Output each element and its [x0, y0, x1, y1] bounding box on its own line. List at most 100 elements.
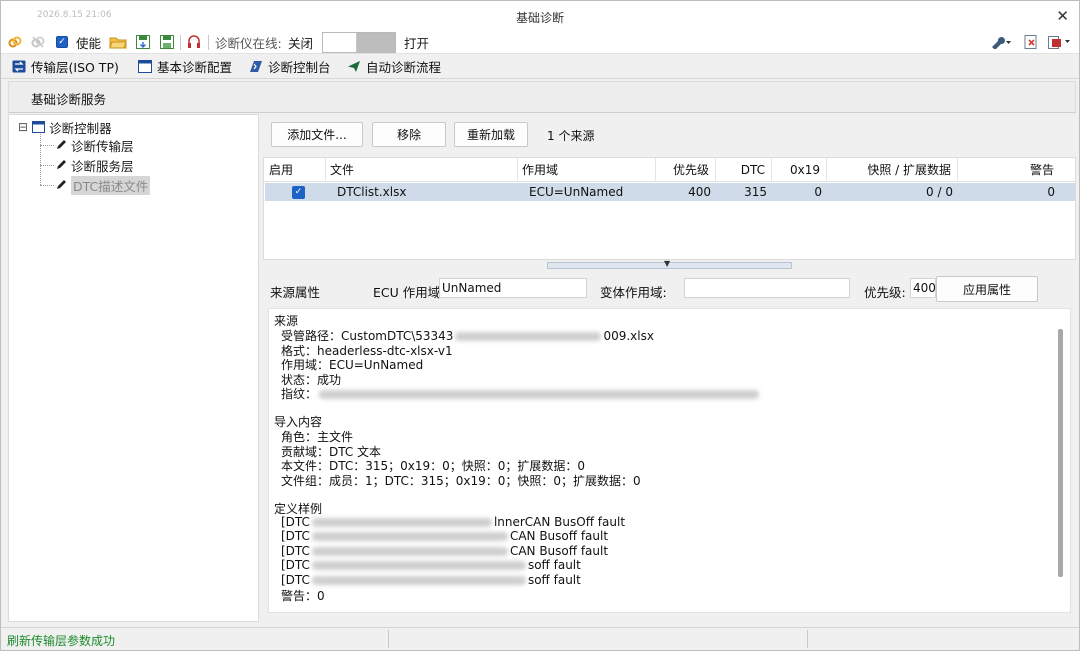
- window-title: 基础诊断: [515, 11, 564, 25]
- cell-file: DTClist.xlsx: [337, 185, 407, 199]
- column-header[interactable]: DTC: [716, 158, 772, 182]
- add-file-button[interactable]: 添加文件...: [271, 122, 363, 147]
- redacted-text: [311, 547, 508, 556]
- source-attr-label: 来源属性: [270, 285, 321, 300]
- toolbar-separator: [180, 35, 181, 50]
- export-icon[interactable]: [1046, 33, 1074, 51]
- tree-root-label: 诊断控制器: [49, 120, 112, 136]
- column-header[interactable]: 快照 / 扩展数据: [827, 158, 958, 182]
- collapse-icon[interactable]: ⊟: [18, 120, 28, 134]
- tab-console[interactable]: 诊断控制台: [248, 55, 331, 78]
- variant-scope-label: 变体作用域:: [600, 285, 667, 300]
- example-prefix: [DTC: [281, 529, 310, 543]
- ecu-scope-input[interactable]: UnNamed: [439, 278, 587, 298]
- source-count: 1 个来源: [547, 129, 595, 143]
- save-down-icon[interactable]: [134, 33, 152, 51]
- title-bar: 2026.8.15 21:06 基础诊断 ✕: [1, 1, 1079, 31]
- path-prefix: 受管路径：CustomDTC\53343: [281, 329, 454, 343]
- headset-icon[interactable]: [185, 33, 203, 51]
- priority-input[interactable]: 400: [910, 278, 936, 298]
- redacted-text: [311, 576, 526, 585]
- tree-item-service[interactable]: 诊断服务层: [54, 156, 134, 174]
- example-line: [DTC CAN Busoff fault: [281, 544, 608, 558]
- pencil-icon: [54, 179, 67, 192]
- cell-warning: 0: [1047, 185, 1055, 199]
- nav-tabs: 传输层(ISO TP) 基本诊断配置 诊断控制台 自动诊断流程: [1, 55, 1079, 79]
- tab-transport-layer[interactable]: 传输层(ISO TP): [11, 55, 119, 78]
- example-line: [DTC CAN Busoff fault: [281, 529, 608, 543]
- priority-label: 优先级:: [864, 285, 906, 300]
- folder-open-icon[interactable]: [109, 33, 127, 51]
- table-row[interactable]: ✓ DTClist.xlsx ECU=UnNamed 400 315 0 0 /…: [265, 183, 1075, 201]
- tree-item-transport[interactable]: 诊断传输层: [54, 136, 134, 154]
- example-suffix: soff fault: [527, 573, 581, 587]
- service-header-label: 基础诊断服务: [31, 92, 107, 107]
- pencil-icon: [54, 139, 67, 152]
- service-header: 基础诊断服务: [8, 81, 1076, 113]
- console-icon: [248, 60, 263, 73]
- cell-snapshot: 0 / 0: [926, 185, 953, 199]
- dtc-file-panel: 添加文件... 移除 重新加载 1 个来源 启用 文件 作用域 优先级 DTC …: [263, 114, 1076, 622]
- tab-basic-config[interactable]: 基本诊断配置: [137, 55, 232, 78]
- column-header[interactable]: 警告: [958, 158, 1060, 182]
- redacted-text: [319, 390, 760, 399]
- column-header[interactable]: 作用域: [518, 158, 656, 182]
- link-icon[interactable]: [6, 33, 24, 51]
- tree-item-label: 诊断服务层: [71, 158, 134, 174]
- example-suffix: soff fault: [527, 558, 581, 572]
- enabled-checkbox[interactable]: ✓: [292, 186, 305, 199]
- online-label: 诊断仪在线:: [215, 35, 282, 51]
- wrench-icon[interactable]: [989, 33, 1013, 51]
- variant-scope-input[interactable]: [684, 278, 850, 298]
- redacted-text: [311, 518, 492, 527]
- column-header[interactable]: 启用: [264, 158, 326, 182]
- example-line: [DTC lnnerCAN BusOff fault: [281, 515, 625, 529]
- tree-line: [40, 165, 54, 166]
- status-bar: 刷新传输层参数成功: [1, 627, 1079, 650]
- example-suffix: CAN Busoff fault: [509, 529, 609, 543]
- tab-label: 诊断控制台: [268, 60, 331, 75]
- apply-properties-button[interactable]: 应用属性: [936, 276, 1038, 302]
- pencil-icon: [54, 159, 67, 172]
- detail-line: 指纹：: [281, 385, 761, 402]
- exit-icon[interactable]: [1021, 33, 1041, 51]
- column-header[interactable]: 优先级: [656, 158, 716, 182]
- send-icon: [346, 60, 361, 73]
- enable-checkbox[interactable]: ✓: [55, 33, 69, 51]
- status-message: 刷新传输层参数成功: [7, 634, 116, 648]
- example-prefix: [DTC: [281, 544, 310, 558]
- vertical-scrollbar[interactable]: [1058, 329, 1063, 577]
- detail-text: 来源 受管路径：CustomDTC\53343 009.xlsx 格式：heade…: [268, 308, 1071, 613]
- example-prefix: [DTC: [281, 515, 310, 529]
- column-header[interactable]: 文件: [326, 158, 518, 182]
- tree-line: [40, 131, 41, 185]
- online-toggle[interactable]: [322, 32, 396, 53]
- tree-item-dtc-file[interactable]: DTC描述文件: [54, 175, 151, 195]
- cell-scope: ECU=UnNamed: [529, 185, 624, 199]
- cell-priority: 400: [688, 185, 711, 199]
- reload-button[interactable]: 重新加载: [454, 122, 528, 147]
- table-header: 启用 文件 作用域 优先级 DTC 0x19 快照 / 扩展数据 警告: [264, 158, 1075, 182]
- example-suffix: lnnerCAN BusOff fault: [493, 515, 626, 529]
- tree-root[interactable]: ⊟ 诊断控制器: [18, 118, 112, 136]
- remove-button[interactable]: 移除: [372, 122, 446, 147]
- chevron-down-icon: ▼: [664, 259, 671, 268]
- unlink-icon[interactable]: [29, 33, 47, 51]
- detail-line: 警告：0: [281, 589, 325, 603]
- off-label: 关闭: [288, 35, 314, 51]
- example-suffix: CAN Busoff fault: [509, 544, 609, 558]
- close-button[interactable]: ✕: [1056, 7, 1069, 25]
- controller-tree: ⊟ 诊断控制器 诊断传输层 诊断服务层 DTC描述文件: [8, 114, 259, 622]
- splitter-handle[interactable]: ▼: [547, 259, 792, 269]
- save-icon[interactable]: [158, 33, 176, 51]
- tab-label: 自动诊断流程: [366, 60, 442, 75]
- transfer-icon: [11, 60, 26, 73]
- example-prefix: [DTC: [281, 558, 310, 572]
- toolbar-separator: [208, 35, 209, 50]
- tab-auto-flow[interactable]: 自动诊断流程: [346, 55, 441, 78]
- tree-line: [40, 145, 54, 146]
- column-header[interactable]: 0x19: [772, 158, 827, 182]
- tab-label: 基本诊断配置: [157, 60, 233, 75]
- source-properties: 来源属性 ECU 作用域: UnNamed 变体作用域: 优先级: 400 应用…: [263, 276, 1076, 304]
- checkmark-icon: ✓: [56, 36, 68, 48]
